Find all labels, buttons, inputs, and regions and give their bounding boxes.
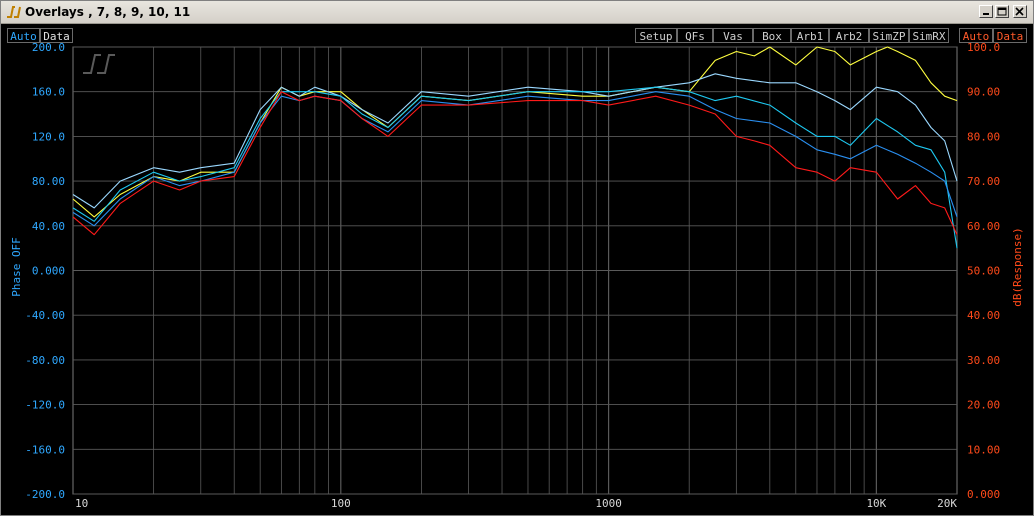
x-tick-label: 20K bbox=[937, 497, 957, 510]
series-group bbox=[72, 46, 958, 249]
left-y-tick-label: 0.000 bbox=[32, 265, 65, 278]
right-y-tick-label: 40.00 bbox=[967, 309, 1000, 322]
right-y-tick-label: 90.00 bbox=[967, 86, 1000, 99]
right-y-tick-label: 30.00 bbox=[967, 354, 1000, 367]
right-y-tick-label: 100.0 bbox=[967, 41, 1000, 54]
left-y-tick-label: 120.0 bbox=[32, 130, 65, 143]
x-tick-label: 10K bbox=[866, 497, 886, 510]
right-y-axis: 100.0 90.00 80.00 70.00 60.00 50.00 40.00 30.00… bbox=[967, 41, 1000, 501]
right-y-tick-label: 20.00 bbox=[967, 399, 1000, 412]
plot-watermark-icon bbox=[83, 54, 115, 74]
left-y-tick-label: 40.00 bbox=[32, 220, 65, 233]
left-y-tick-label: -40.00 bbox=[25, 309, 65, 322]
x-tick-label: 1000 bbox=[595, 497, 622, 510]
right-axis-label: dB(Response) bbox=[1011, 227, 1024, 306]
x-tick-label: 10 bbox=[75, 497, 88, 510]
left-y-tick-label: 200.0 bbox=[32, 41, 65, 54]
series-line-5 bbox=[72, 91, 958, 236]
right-y-tick-label: 80.00 bbox=[967, 130, 1000, 143]
right-y-tick-label: 70.00 bbox=[967, 175, 1000, 188]
left-y-tick-label: 160.0 bbox=[32, 86, 65, 99]
right-y-tick-label: 10.00 bbox=[967, 443, 1000, 456]
right-y-tick-label: 60.00 bbox=[967, 220, 1000, 233]
series-line-3 bbox=[72, 86, 958, 249]
right-y-tick-label: 0.000 bbox=[967, 488, 1000, 501]
series-line-1 bbox=[72, 46, 958, 218]
left-y-tick-label: -80.00 bbox=[25, 354, 65, 367]
left-y-axis: 200.0 160.0 120.0 80.00 40.00 0.000 -40.00 -80.… bbox=[25, 41, 65, 501]
left-y-tick-label: -120.0 bbox=[25, 399, 65, 412]
left-y-tick-label: -200.0 bbox=[25, 488, 65, 501]
chart-grid bbox=[72, 46, 958, 495]
left-y-tick-label: 80.00 bbox=[32, 175, 65, 188]
overlays-window: Overlays , 7, 8, 9, 10, 11 Auto Data Set… bbox=[0, 0, 1034, 516]
left-axis-label: Phase OFF bbox=[10, 237, 23, 297]
x-axis: 10 100 1000 10K 20K bbox=[75, 497, 957, 510]
left-y-tick-label: -160.0 bbox=[25, 443, 65, 456]
response-chart[interactable]: 200.0 160.0 120.0 80.00 40.00 0.000 -40.00 -80.… bbox=[1, 1, 1033, 515]
series-line-4 bbox=[72, 91, 958, 227]
right-y-tick-label: 50.00 bbox=[967, 265, 1000, 278]
x-tick-label: 100 bbox=[331, 497, 351, 510]
